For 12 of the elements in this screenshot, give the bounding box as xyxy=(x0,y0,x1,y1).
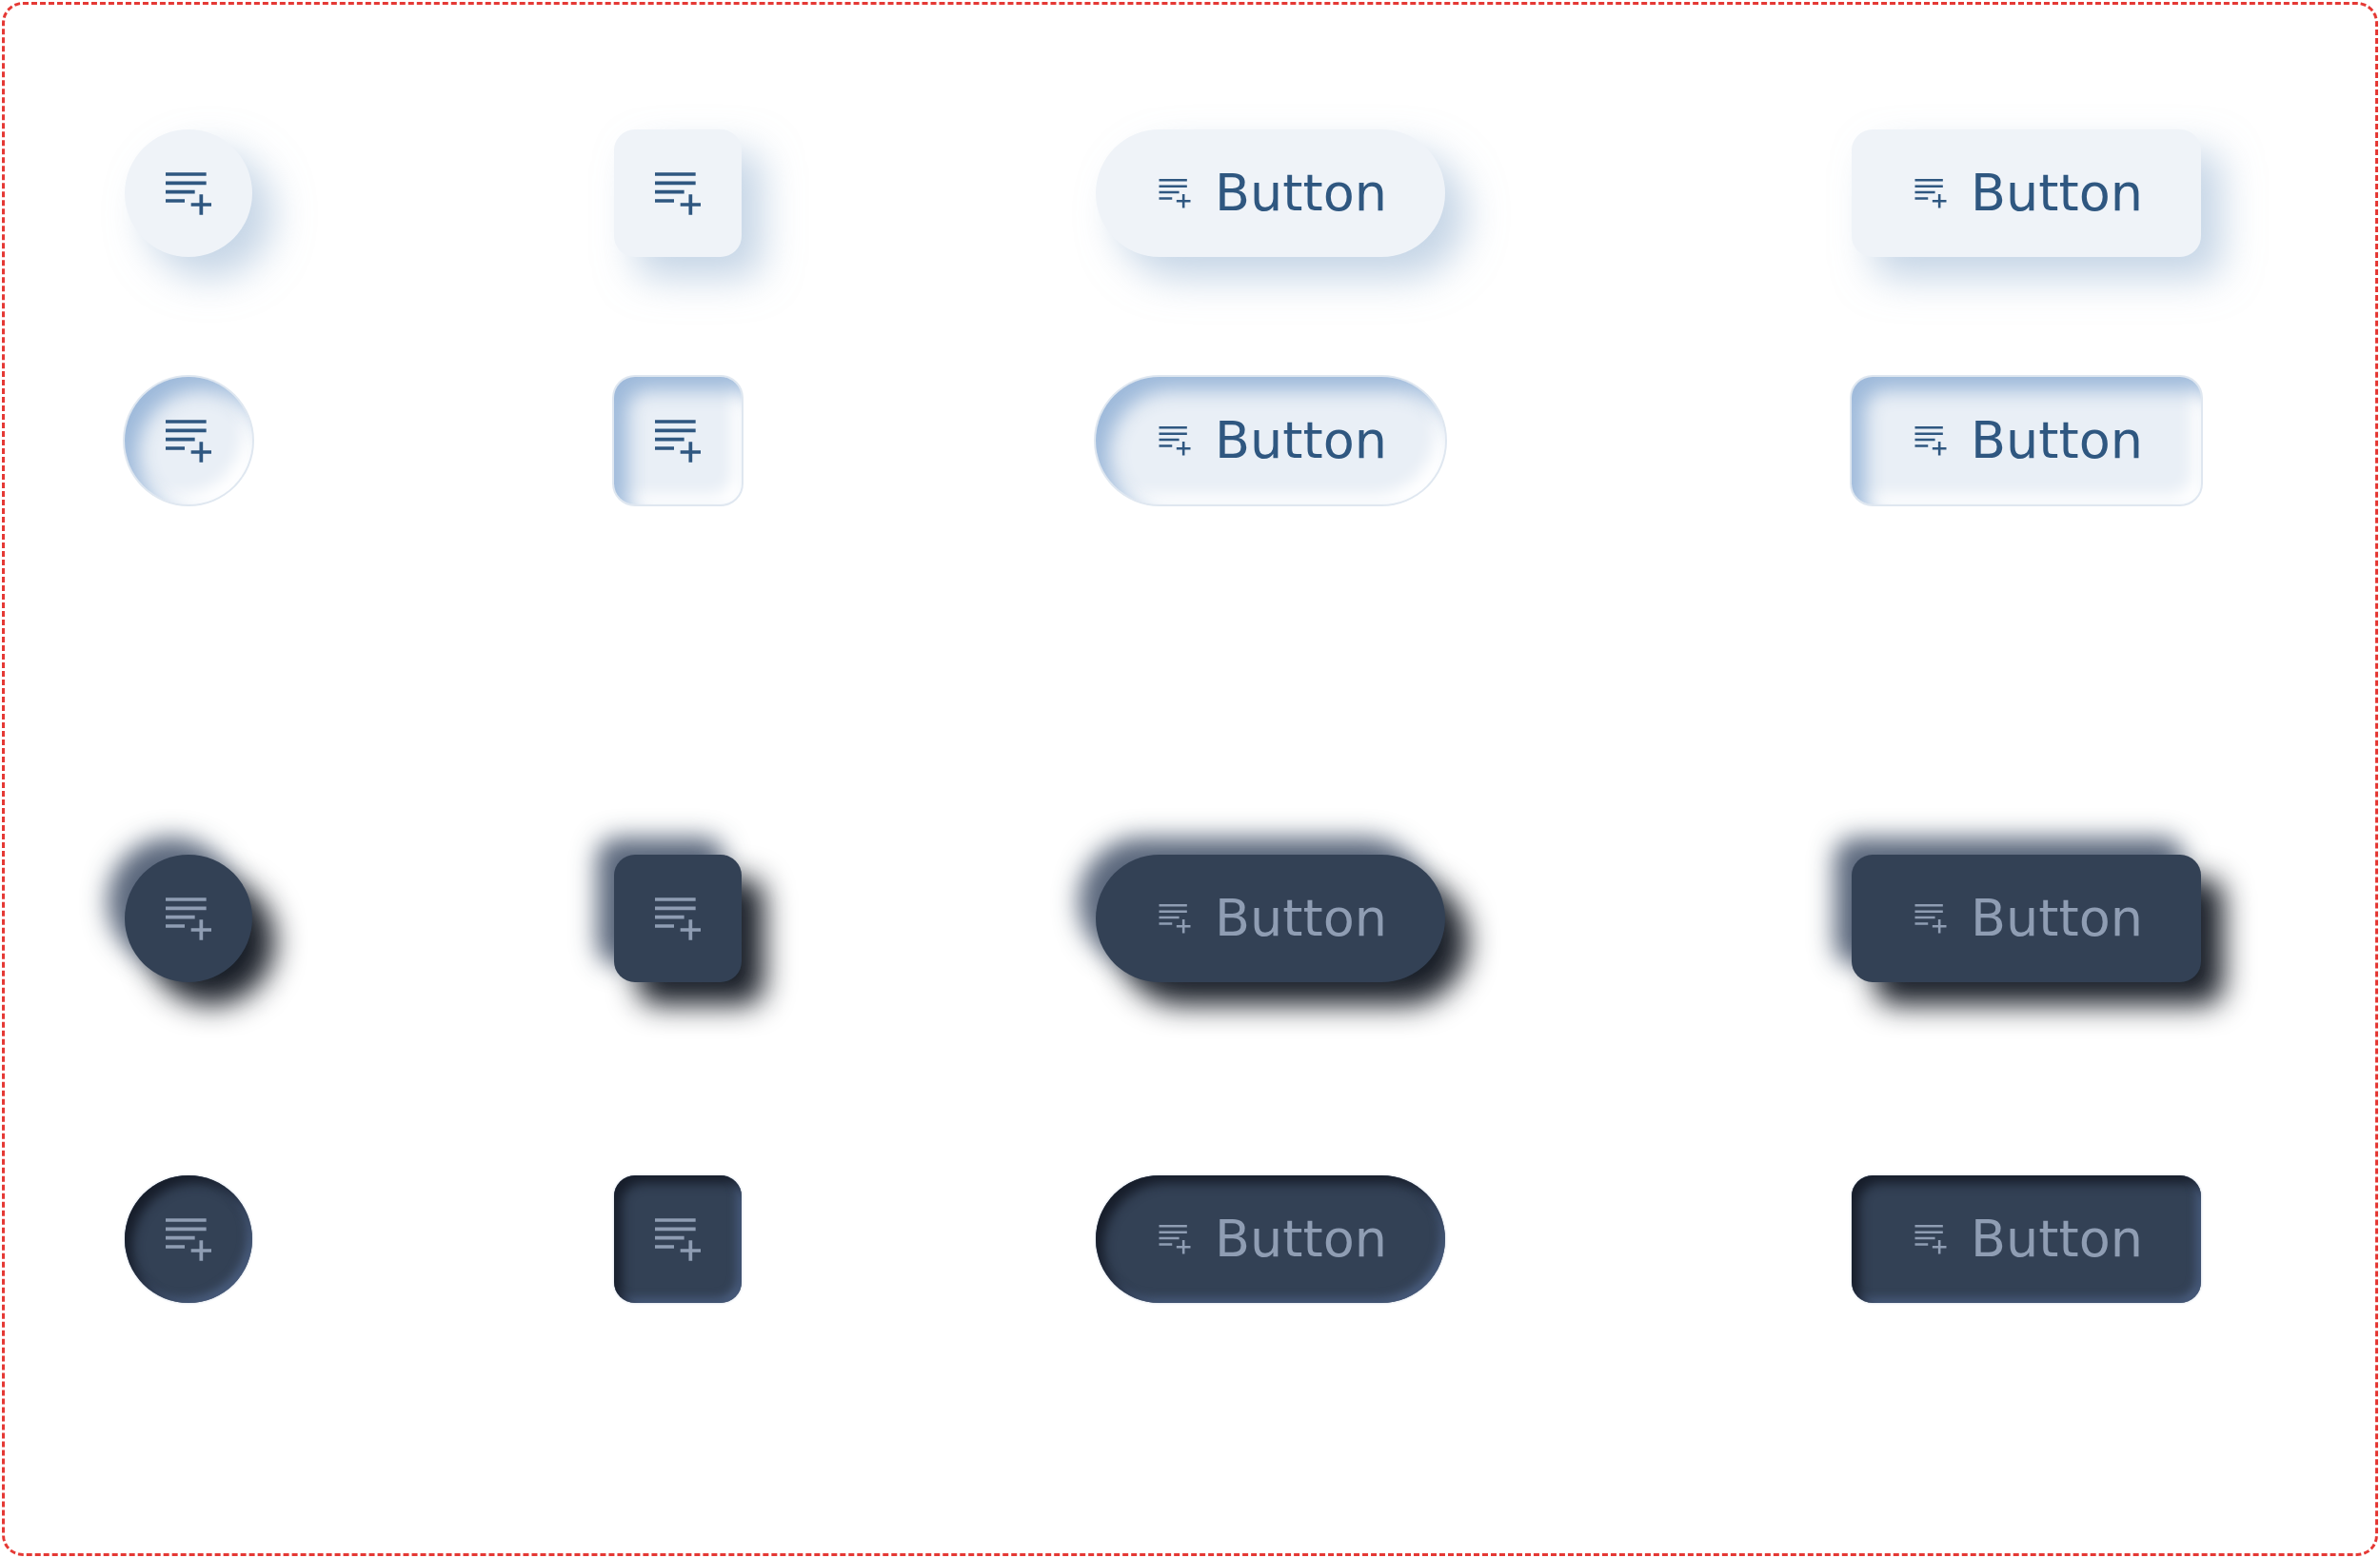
button[interactable]: Button xyxy=(1852,129,2201,257)
button[interactable]: Button xyxy=(1852,855,2201,982)
icon-button[interactable] xyxy=(614,129,742,257)
button[interactable]: Button xyxy=(1096,129,1445,257)
button[interactable]: Button xyxy=(1096,855,1445,982)
icon-button[interactable] xyxy=(125,855,252,982)
icon-button[interactable] xyxy=(614,1175,742,1303)
button[interactable]: Button xyxy=(1852,377,2201,504)
icon-button[interactable] xyxy=(614,377,742,504)
button[interactable]: Button xyxy=(1852,1175,2201,1303)
button[interactable]: Button xyxy=(1096,1175,1445,1303)
button[interactable]: Button xyxy=(1096,377,1445,504)
